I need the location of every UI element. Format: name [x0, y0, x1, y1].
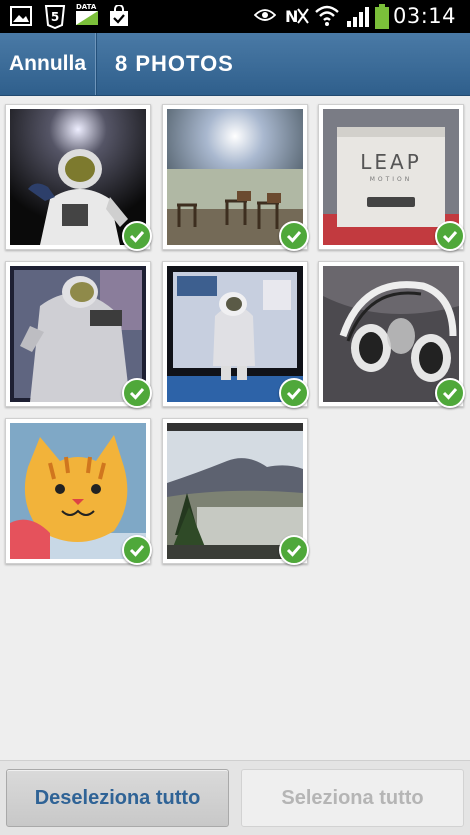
select-all-button[interactable]: Seleziona tutto — [241, 769, 464, 827]
selected-check-icon — [122, 535, 152, 565]
data-label: DATA — [76, 3, 97, 11]
selected-check-icon — [122, 378, 152, 408]
shopping-bag-icon — [110, 5, 128, 26]
html5-icon: 5 — [44, 5, 66, 29]
selected-check-icon — [122, 221, 152, 251]
selected-check-icon — [279, 378, 309, 408]
gallery-icon — [10, 6, 32, 26]
nfc-icon: N — [285, 7, 309, 26]
selected-check-icon — [279, 535, 309, 565]
status-bar: 5 DATA N 03:14 — [0, 0, 470, 33]
page-title: 8 PHOTOS — [115, 51, 234, 76]
photo-tile[interactable] — [5, 261, 152, 408]
eye-icon — [254, 9, 276, 21]
photo-tile[interactable] — [318, 261, 465, 408]
wifi-icon — [315, 5, 339, 26]
selected-check-icon — [435, 378, 465, 408]
selected-check-icon — [279, 221, 309, 251]
clock: 03:14 — [392, 4, 456, 28]
photo-tile[interactable] — [162, 261, 309, 408]
photo-tile[interactable] — [162, 104, 309, 251]
svg-text:N: N — [285, 7, 298, 26]
action-bar: Annulla 8 PHOTOS — [0, 33, 470, 96]
photo-tile[interactable] — [162, 418, 309, 565]
svg-text:5: 5 — [51, 10, 59, 24]
cancel-button[interactable]: Annulla — [0, 33, 95, 95]
leap-box-subtext: MOTION — [370, 176, 413, 183]
leap-box-text: LEAP — [360, 150, 422, 174]
battery-icon — [375, 4, 389, 29]
photo-tile[interactable] — [5, 104, 152, 251]
data-icon: DATA — [76, 3, 100, 27]
photo-tile[interactable]: LEAP MOTION — [318, 104, 465, 251]
photo-tile[interactable] — [5, 418, 152, 565]
signal-icon — [347, 7, 369, 27]
deselect-all-button[interactable]: Deseleziona tutto — [6, 769, 229, 827]
action-bar-divider — [95, 33, 96, 95]
bottom-bar: Deseleziona tutto Seleziona tutto — [0, 760, 470, 835]
selected-check-icon — [435, 221, 465, 251]
